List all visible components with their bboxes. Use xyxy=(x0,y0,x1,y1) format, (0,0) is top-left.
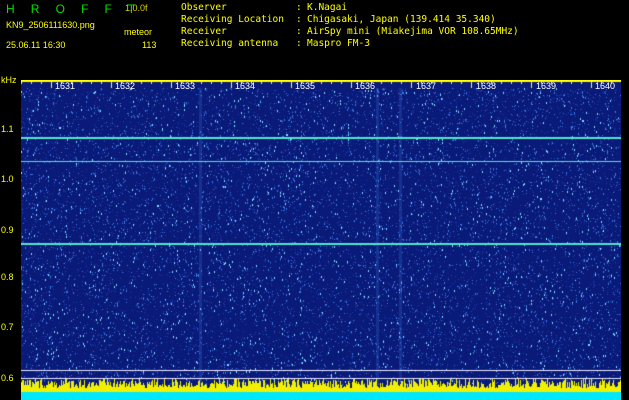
info-separator: : xyxy=(296,38,302,49)
info-label-antenna: Receiving antenna xyxy=(181,38,279,49)
info-value-receiver: AirSpy mini (Miakejima VOR 108.65MHz) xyxy=(307,26,519,37)
info-label-observer: Observer xyxy=(181,2,227,13)
y-axis-unit: kHz xyxy=(1,75,17,85)
y-tick-label: 0.8 xyxy=(1,272,14,282)
y-tick-label: 1.1 xyxy=(1,124,14,134)
detection-count: 113 xyxy=(142,40,157,50)
image-filename: KN9_2506111630.png xyxy=(6,20,95,30)
app-version: 1.0.0f xyxy=(125,3,148,13)
x-tick-label: 1639 xyxy=(536,81,557,91)
info-separator: : xyxy=(296,2,302,13)
x-tick-label: 1636 xyxy=(355,81,376,91)
info-separator: : xyxy=(296,14,302,25)
spectrogram-canvas xyxy=(21,80,621,400)
app-brand: H R O F F T xyxy=(6,2,142,16)
info-separator: : xyxy=(296,26,302,37)
info-label-receiver: Receiver xyxy=(181,26,227,37)
info-label-location: Receiving Location xyxy=(181,14,284,25)
y-tick-label: 0.7 xyxy=(1,322,14,332)
info-value-antenna: Maspro FM-3 xyxy=(307,38,370,49)
x-tick-label: 1635 xyxy=(295,81,316,91)
y-tick-label: 1.0 xyxy=(1,174,14,184)
x-tick-label: 1637 xyxy=(416,81,437,91)
y-tick-label: 0.6 xyxy=(1,373,14,383)
x-tick-label: 1633 xyxy=(175,81,196,91)
info-value-location: Chigasaki, Japan (139.414 35.340) xyxy=(307,14,496,25)
x-tick-label: 1632 xyxy=(115,81,136,91)
hrofft-window: H R O F F T 1.0.0f KN9_2506111630.png me… xyxy=(0,0,629,400)
x-tick-label: 1631 xyxy=(55,81,76,91)
x-tick-label: 1638 xyxy=(476,81,497,91)
observation-datetime: 25.06.11 16:30 xyxy=(6,40,66,50)
x-tick-label: 1640 xyxy=(595,81,616,91)
y-tick-label: 0.9 xyxy=(1,225,14,235)
observation-mode: meteor xyxy=(124,27,153,37)
x-tick-label: 1634 xyxy=(235,81,256,91)
info-value-observer: K.Nagai xyxy=(307,2,348,13)
